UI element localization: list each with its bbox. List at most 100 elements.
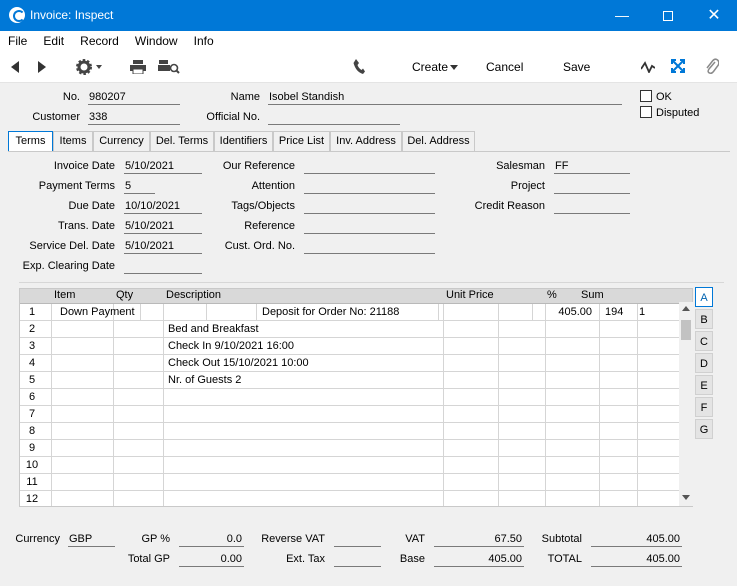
row1-extra-2[interactable]: 1 — [639, 304, 645, 321]
row-number: 6 — [28, 391, 36, 403]
grid-row-line — [20, 439, 692, 440]
print-preview-icon[interactable] — [158, 60, 180, 74]
payment-terms-field[interactable]: 5 — [124, 180, 155, 194]
col-qty[interactable]: Qty — [116, 289, 133, 303]
customer-field[interactable]: 338 — [88, 111, 180, 125]
tags-objects-field[interactable] — [304, 200, 435, 214]
our-reference-field[interactable] — [304, 160, 435, 174]
menu-info[interactable]: Info — [181, 31, 214, 51]
maximize-button[interactable] — [645, 0, 691, 31]
ok-checkbox[interactable] — [640, 90, 652, 102]
menu-record[interactable]: Record — [67, 31, 119, 51]
title-bar: Invoice: Inspect — ✕ — [0, 0, 737, 31]
row-number: 2 — [28, 323, 36, 335]
row1-sum[interactable]: 405.00 — [532, 304, 592, 321]
tab-currency[interactable]: Currency — [93, 131, 150, 151]
service-del-date-field[interactable]: 5/10/2021 — [124, 240, 202, 254]
payment-terms-label: Payment Terms — [38, 180, 115, 192]
side-tab-f[interactable]: F — [695, 397, 713, 417]
side-tab-d[interactable]: D — [695, 353, 713, 373]
minimize-button[interactable]: — — [599, 0, 645, 31]
row1-description[interactable]: Deposit for Order No: 21188 — [262, 304, 399, 321]
row-description[interactable]: Nr. of Guests 2 — [168, 372, 241, 389]
tab-items[interactable]: Items — [53, 131, 93, 151]
grid-row-line — [20, 354, 692, 355]
reference-field[interactable] — [304, 220, 435, 234]
side-tab-b[interactable]: B — [695, 309, 713, 329]
grid-scrollbar[interactable] — [679, 302, 693, 506]
row1-item[interactable]: Down Payment — [60, 304, 135, 321]
side-tab-a[interactable]: A — [695, 287, 713, 307]
tab-price-list[interactable]: Price List — [273, 131, 330, 151]
official-no-label: Official No. — [206, 111, 260, 123]
col-sum[interactable]: Sum — [581, 289, 604, 303]
currency-field[interactable]: GBP — [68, 533, 115, 547]
next-record-icon[interactable] — [38, 61, 46, 73]
row-number: 9 — [28, 442, 36, 454]
create-button[interactable]: Create — [412, 60, 448, 74]
tab-del-terms[interactable]: Del. Terms — [150, 131, 214, 151]
attention-field[interactable] — [304, 180, 435, 194]
ext-tax-field[interactable] — [334, 553, 381, 567]
no-field[interactable]: 980207 — [88, 91, 180, 105]
total-gp-field[interactable]: 0.00 — [179, 553, 244, 567]
invoice-date-field[interactable]: 5/10/2021 — [124, 160, 202, 174]
col-item[interactable]: Item — [54, 289, 75, 303]
menu-edit[interactable]: Edit — [30, 31, 64, 51]
previous-record-icon[interactable] — [11, 61, 19, 73]
credit-reason-field[interactable] — [554, 200, 630, 214]
scroll-up-icon[interactable] — [682, 306, 690, 311]
grid-row-line — [20, 473, 692, 474]
save-button[interactable]: Save — [563, 60, 590, 74]
subtotal-label: Subtotal — [541, 533, 582, 545]
due-date-field[interactable]: 10/10/2021 — [124, 200, 202, 214]
row-description[interactable]: Bed and Breakfast — [168, 321, 259, 338]
gear-icon[interactable] — [76, 59, 104, 75]
cust-ord-no-label: Cust. Ord. No. — [224, 240, 295, 252]
reverse-vat-field[interactable] — [334, 533, 381, 547]
name-field[interactable]: Isobel Standish — [268, 91, 622, 105]
expand-icon[interactable] — [671, 59, 685, 73]
disputed-checkbox[interactable] — [640, 106, 652, 118]
side-tab-c[interactable]: C — [695, 331, 713, 351]
official-no-field[interactable] — [268, 111, 400, 125]
row-number: 3 — [28, 340, 36, 352]
row-description[interactable]: Check Out 15/10/2021 10:00 — [168, 355, 309, 372]
vat-field[interactable]: 67.50 — [434, 533, 524, 547]
col-unit-price[interactable]: Unit Price — [446, 289, 494, 303]
app-icon — [9, 7, 25, 23]
base-field[interactable]: 405.00 — [434, 553, 524, 567]
total-field[interactable]: 405.00 — [591, 553, 682, 567]
gp-percent-field[interactable]: 0.0 — [179, 533, 244, 547]
row-number: 5 — [28, 374, 36, 386]
tab-del-address[interactable]: Del. Address — [402, 131, 475, 151]
side-tab-e[interactable]: E — [695, 375, 713, 395]
menu-file[interactable]: File — [0, 31, 27, 51]
col-description[interactable]: Description — [166, 289, 221, 303]
row1-extra-1[interactable]: 194 — [605, 304, 623, 321]
invoice-date-label: Invoice Date — [53, 160, 115, 172]
project-field[interactable] — [554, 180, 630, 194]
subtotal-field[interactable]: 405.00 — [591, 533, 682, 547]
tab-inv-address[interactable]: Inv. Address — [330, 131, 402, 151]
cancel-button[interactable]: Cancel — [486, 60, 523, 74]
print-icon[interactable] — [130, 60, 146, 74]
menu-window[interactable]: Window — [122, 31, 178, 51]
side-tab-g[interactable]: G — [695, 419, 713, 439]
scroll-thumb[interactable] — [681, 320, 691, 340]
paperclip-icon[interactable] — [705, 58, 719, 75]
cust-ord-no-field[interactable] — [304, 240, 435, 254]
scroll-down-icon[interactable] — [682, 495, 690, 500]
service-del-date-label: Service Del. Date — [29, 240, 115, 252]
tab-terms[interactable]: Terms — [8, 131, 53, 152]
grid-row-line — [20, 337, 692, 338]
activity-icon[interactable] — [641, 61, 655, 73]
salesman-field[interactable]: FF — [554, 160, 630, 174]
col-percent[interactable]: % — [547, 289, 557, 303]
trans-date-field[interactable]: 5/10/2021 — [124, 220, 202, 234]
exp-clearing-date-field[interactable] — [124, 260, 202, 274]
phone-icon[interactable] — [353, 59, 365, 75]
row-description[interactable]: Check In 9/10/2021 16:00 — [168, 338, 294, 355]
close-button[interactable]: ✕ — [691, 0, 737, 31]
tab-identifiers[interactable]: Identifiers — [214, 131, 273, 151]
